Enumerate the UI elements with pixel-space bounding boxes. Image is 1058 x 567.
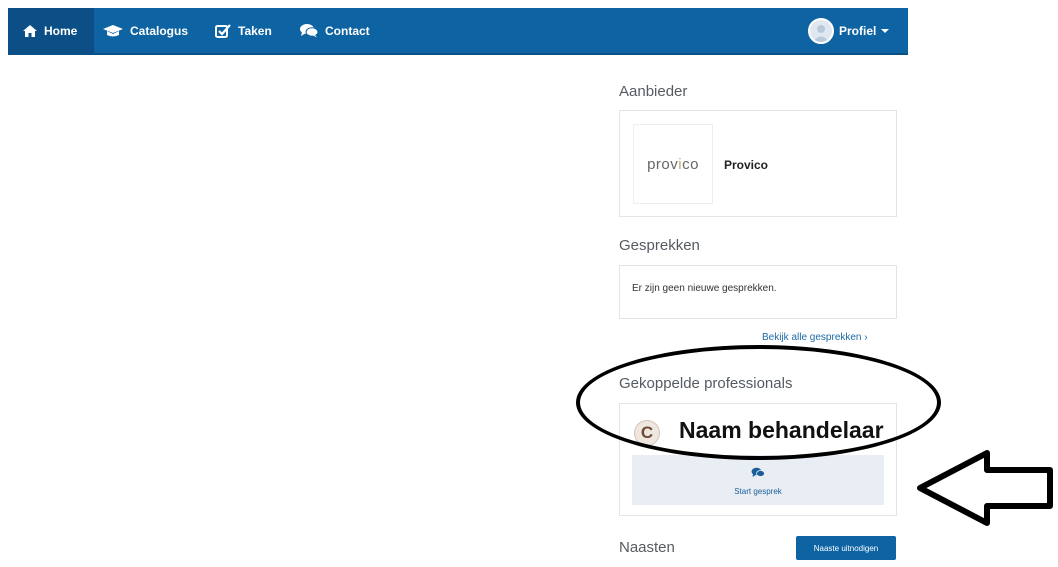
start-conversation-button[interactable]: Start gesprek (632, 455, 884, 505)
avatar (808, 17, 834, 44)
start-conversation-label: Start gesprek (734, 486, 782, 496)
professionals-heading: Gekoppelde professionals (619, 375, 793, 392)
top-navbar: Home Catalogus Taken Contact Profiel (8, 8, 908, 55)
view-all-conversations-link[interactable]: Bekijk alle gesprekken › (762, 332, 868, 343)
professional-name: Naam behandelaar (679, 417, 884, 443)
nav-catalogus-label: Catalogus (130, 23, 189, 38)
nav-taken-label: Taken (238, 23, 272, 38)
profile-label: Profiel (839, 23, 877, 38)
logo-text-part: prov (647, 155, 679, 173)
provider-name: Provico (724, 158, 769, 172)
annotation-arrow-icon (915, 448, 1055, 533)
provider-card: prov i co Provico (619, 110, 897, 217)
nav-home-label: Home (44, 23, 78, 38)
nav-home[interactable]: Home (8, 8, 94, 53)
naasten-heading: Naasten (619, 539, 675, 556)
gesprekken-heading: Gesprekken (619, 237, 700, 254)
provider-logo: prov i co (633, 124, 713, 204)
chat-bubbles-icon (299, 23, 319, 38)
aanbieder-heading: Aanbieder (619, 83, 688, 100)
logo-text-part-end: co (682, 155, 699, 173)
nav-contact-label: Contact (325, 23, 370, 38)
professional-card: C Naam behandelaar Start gesprek (619, 403, 897, 516)
nav-contact[interactable]: Contact (299, 8, 370, 53)
invite-relative-button[interactable]: Naaste uitnodigen (796, 536, 896, 560)
caret-down-icon (881, 28, 890, 33)
conversations-card: Er zijn geen nieuwe gesprekken. (619, 265, 897, 319)
graduation-cap-icon (102, 24, 124, 38)
home-icon (22, 24, 38, 38)
no-conversations-message: Er zijn geen nieuwe gesprekken. (632, 283, 777, 294)
checkbox-icon (215, 23, 232, 38)
chat-icon (751, 465, 765, 483)
profile-menu[interactable]: Profiel (808, 8, 890, 53)
professional-avatar: C (634, 420, 660, 446)
nav-catalogus[interactable]: Catalogus (102, 8, 188, 53)
nav-taken[interactable]: Taken (215, 8, 272, 53)
